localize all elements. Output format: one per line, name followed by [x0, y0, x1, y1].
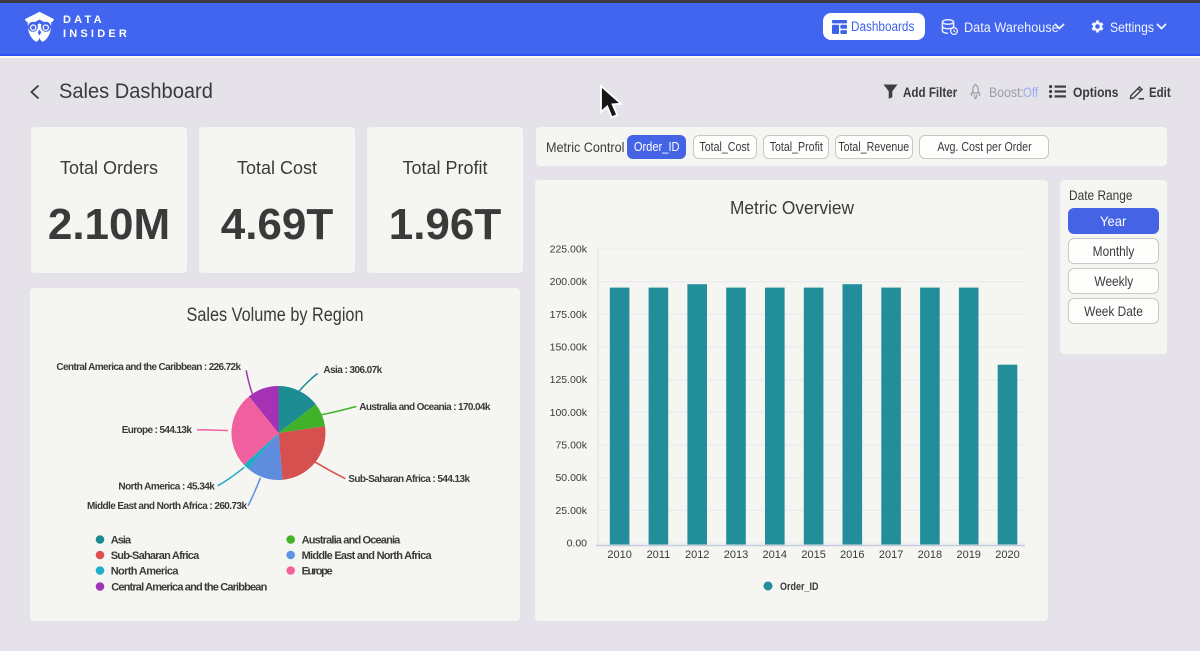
svg-text:Australia and Oceania : 170.04: Australia and Oceania : 170.04k — [359, 402, 491, 413]
svg-text:Middle East and North Africa :: Middle East and North Africa : 260.73k — [87, 501, 247, 512]
svg-text:North America : 45.34k: North America : 45.34k — [118, 482, 215, 493]
svg-text:2011: 2011 — [647, 549, 671, 561]
svg-text:75.00k: 75.00k — [555, 440, 587, 452]
svg-text:225.00k: 225.00k — [550, 244, 588, 256]
svg-text:50.00k: 50.00k — [555, 472, 587, 484]
svg-text:2014: 2014 — [763, 549, 787, 561]
svg-text:2018: 2018 — [918, 549, 942, 561]
svg-text:Sub-Saharan Africa: Sub-Saharan Africa — [111, 550, 200, 562]
svg-text:100.00k: 100.00k — [550, 407, 588, 419]
svg-text:Middle East and North Africa: Middle East and North Africa — [302, 550, 433, 562]
svg-text:175.00k: 175.00k — [550, 309, 588, 321]
svg-text:2017: 2017 — [879, 549, 903, 561]
svg-text:Europe : 544.13k: Europe : 544.13k — [122, 425, 193, 436]
svg-text:Central America and the Caribb: Central America and the Caribbean : 226.… — [56, 362, 241, 373]
svg-text:200.00k: 200.00k — [550, 276, 588, 288]
svg-text:2016: 2016 — [840, 549, 864, 561]
svg-text:Australia and Oceania: Australia and Oceania — [302, 535, 402, 547]
svg-text:Sales Volume by Region: Sales Volume by Region — [187, 305, 364, 326]
svg-text:125.00k: 125.00k — [550, 374, 588, 386]
svg-text:2015: 2015 — [801, 549, 825, 561]
svg-text:2020: 2020 — [995, 549, 1019, 561]
svg-text:0.00: 0.00 — [567, 538, 588, 550]
svg-text:Europe: Europe — [302, 566, 333, 578]
svg-text:Order_ID: Order_ID — [780, 581, 819, 593]
svg-text:150.00k: 150.00k — [550, 342, 588, 354]
svg-text:Metric Overview: Metric Overview — [730, 198, 855, 218]
svg-text:Central America and the Caribb: Central America and the Caribbean — [111, 582, 267, 594]
svg-text:Sub-Saharan Africa : 544.13k: Sub-Saharan Africa : 544.13k — [348, 474, 470, 485]
svg-text:2019: 2019 — [956, 549, 980, 561]
svg-text:Asia: Asia — [111, 535, 132, 547]
svg-text:2012: 2012 — [685, 549, 709, 561]
svg-text:Asia : 306.07k: Asia : 306.07k — [323, 365, 382, 376]
svg-text:North America: North America — [111, 566, 180, 578]
svg-text:2013: 2013 — [724, 549, 748, 561]
svg-text:2010: 2010 — [607, 549, 631, 561]
svg-text:25.00k: 25.00k — [555, 505, 587, 517]
